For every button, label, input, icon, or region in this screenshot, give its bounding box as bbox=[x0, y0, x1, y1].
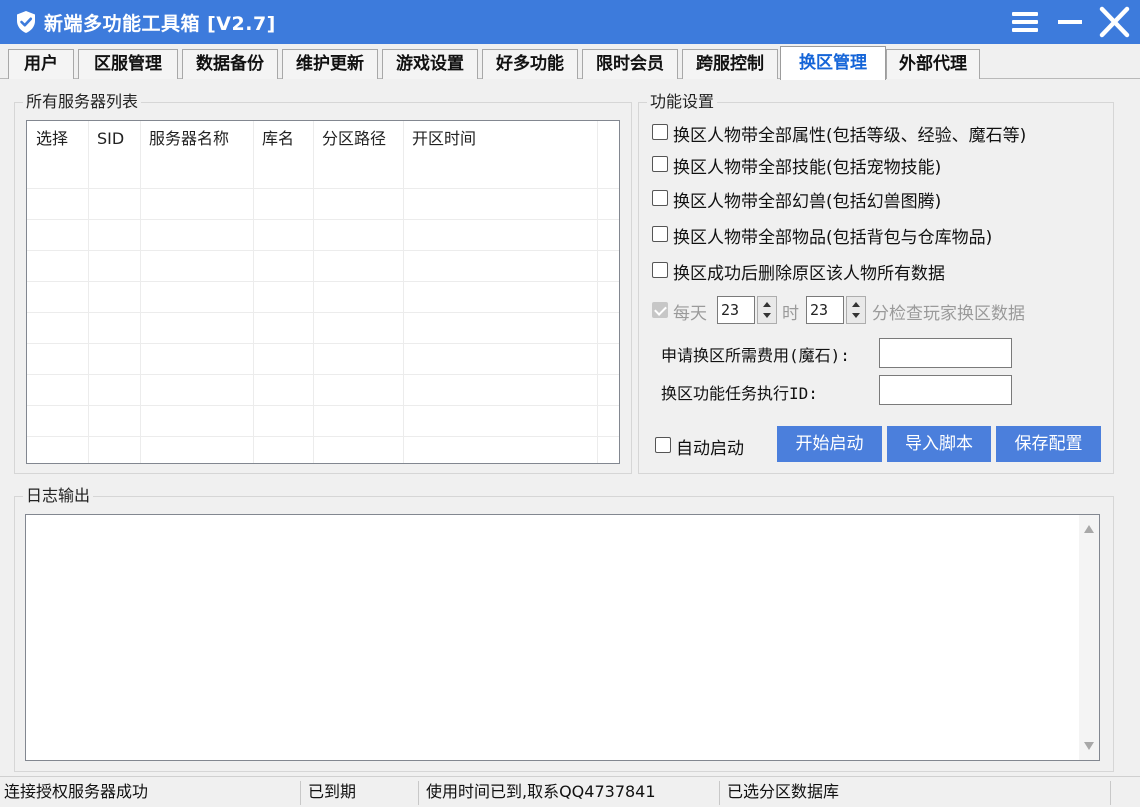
status-expiry: 已到期 bbox=[308, 782, 357, 801]
status-db: 已选分区数据库 bbox=[727, 782, 840, 801]
window-title: 新端多功能工具箱 [V2.7] bbox=[44, 13, 276, 35]
spin-down-icon bbox=[763, 313, 771, 318]
auto-start-checkbox[interactable] bbox=[655, 437, 671, 453]
tab-user[interactable]: 用户 bbox=[8, 49, 74, 79]
column-header-sid[interactable]: SID bbox=[88, 121, 124, 157]
schedule-minute-input[interactable]: 23 bbox=[806, 296, 844, 324]
tab-maintenance-update[interactable]: 维护更新 bbox=[282, 49, 378, 79]
tab-more-functions[interactable]: 好多功能 bbox=[482, 49, 578, 79]
option-label-attributes: 换区人物带全部属性(包括等级、经验、魔石等) bbox=[673, 126, 1027, 146]
schedule-checkbox[interactable] bbox=[652, 302, 668, 318]
server-list[interactable]: 选择 SID 服务器名称 库名 分区路径 开区时间 bbox=[26, 120, 620, 464]
settings-title: 功能设置 bbox=[647, 92, 718, 112]
schedule-hour-input[interactable]: 23 bbox=[717, 296, 755, 324]
scroll-down-arrow-icon[interactable] bbox=[1084, 742, 1094, 750]
option-checkbox-items[interactable] bbox=[652, 226, 668, 242]
column-header-db-name[interactable]: 库名 bbox=[253, 121, 294, 157]
minimize-icon bbox=[1058, 20, 1082, 24]
option-label-pets: 换区人物带全部幻兽(包括幻兽图腾) bbox=[673, 192, 942, 212]
log-title: 日志输出 bbox=[23, 486, 94, 506]
tab-bar: 用户 区服管理 数据备份 维护更新 游戏设置 好多功能 限时会员 跨服控制 换区… bbox=[0, 44, 1140, 80]
schedule-suffix-label: 分检查玩家换区数据 bbox=[872, 304, 1025, 324]
menu-button[interactable] bbox=[1004, 4, 1044, 40]
task-id-label: 换区功能任务执行ID: bbox=[661, 384, 818, 403]
close-icon bbox=[1099, 6, 1130, 38]
option-label-delete-original: 换区成功后删除原区该人物所有数据 bbox=[673, 264, 945, 284]
tab-zone-change[interactable]: 换区管理 bbox=[780, 46, 886, 80]
option-checkbox-skills[interactable] bbox=[652, 156, 668, 172]
scroll-up-arrow-icon[interactable] bbox=[1084, 525, 1094, 533]
fee-label: 申请换区所需费用(魔石): bbox=[661, 346, 850, 365]
status-connection: 连接授权服务器成功 bbox=[4, 782, 149, 801]
option-checkbox-delete-original[interactable] bbox=[652, 262, 668, 278]
status-separator bbox=[719, 781, 720, 805]
grid-line bbox=[27, 250, 619, 251]
column-header-zone-path[interactable]: 分区路径 bbox=[313, 121, 386, 157]
grid-line bbox=[27, 405, 619, 406]
column-header-open-time[interactable]: 开区时间 bbox=[403, 121, 476, 157]
option-label-items: 换区人物带全部物品(包括背包与仓库物品) bbox=[673, 228, 993, 248]
hamburger-menu-icon bbox=[1012, 12, 1038, 32]
schedule-hour-spinner[interactable] bbox=[757, 296, 777, 324]
grid-line bbox=[27, 312, 619, 313]
grid-line bbox=[27, 188, 619, 189]
grid-line bbox=[27, 374, 619, 375]
tab-external-proxy[interactable]: 外部代理 bbox=[886, 49, 980, 79]
grid-line bbox=[597, 121, 598, 463]
spin-down-icon bbox=[852, 313, 860, 318]
schedule-prefix-label: 每天 bbox=[673, 304, 707, 324]
schedule-minute-spinner[interactable] bbox=[846, 296, 866, 324]
status-separator bbox=[418, 781, 419, 805]
spin-up-icon bbox=[852, 302, 860, 307]
log-scrollbar[interactable] bbox=[1079, 515, 1099, 760]
log-output-textarea[interactable] bbox=[25, 514, 1100, 761]
grid-line bbox=[403, 121, 404, 463]
fee-input[interactable] bbox=[879, 338, 1012, 368]
server-list-header: 选择 SID 服务器名称 库名 分区路径 开区时间 bbox=[27, 121, 619, 157]
start-button[interactable]: 开始启动 bbox=[777, 426, 882, 462]
title-bar: 新端多功能工具箱 [V2.7] bbox=[0, 0, 1140, 44]
grid-line bbox=[27, 436, 619, 437]
option-checkbox-attributes[interactable] bbox=[652, 124, 668, 140]
grid-line bbox=[313, 121, 314, 463]
close-button[interactable] bbox=[1094, 4, 1134, 40]
grid-line bbox=[27, 343, 619, 344]
grid-line bbox=[253, 121, 254, 463]
tab-limited-vip[interactable]: 限时会员 bbox=[582, 49, 678, 79]
minimize-button[interactable] bbox=[1050, 4, 1090, 40]
option-checkbox-pets[interactable] bbox=[652, 190, 668, 206]
tab-game-settings[interactable]: 游戏设置 bbox=[382, 49, 478, 79]
server-list-title: 所有服务器列表 bbox=[23, 92, 142, 112]
status-bar: 连接授权服务器成功 已到期 使用时间已到,取系QQ4737841 已选分区数据库 bbox=[0, 776, 1140, 807]
status-separator bbox=[1110, 781, 1111, 805]
status-separator bbox=[300, 781, 301, 805]
tab-cross-server[interactable]: 跨服控制 bbox=[682, 49, 778, 79]
shield-check-icon bbox=[17, 11, 35, 33]
grid-line bbox=[88, 121, 89, 463]
option-label-skills: 换区人物带全部技能(包括宠物技能) bbox=[673, 158, 942, 178]
schedule-hour-unit: 时 bbox=[782, 304, 799, 324]
grid-line bbox=[27, 219, 619, 220]
grid-line bbox=[27, 281, 619, 282]
status-usage: 使用时间已到,取系QQ4737841 bbox=[426, 782, 656, 801]
column-header-select[interactable]: 选择 bbox=[27, 121, 68, 157]
column-header-server-name[interactable]: 服务器名称 bbox=[140, 121, 229, 157]
grid-line bbox=[140, 121, 141, 463]
import-script-button[interactable]: 导入脚本 bbox=[887, 426, 991, 462]
spin-up-icon bbox=[763, 302, 771, 307]
task-id-input[interactable] bbox=[879, 375, 1012, 405]
save-config-button[interactable]: 保存配置 bbox=[996, 426, 1101, 462]
tab-data-backup[interactable]: 数据备份 bbox=[182, 49, 278, 79]
tab-server-management[interactable]: 区服管理 bbox=[78, 49, 178, 79]
auto-start-label: 自动启动 bbox=[676, 439, 744, 459]
